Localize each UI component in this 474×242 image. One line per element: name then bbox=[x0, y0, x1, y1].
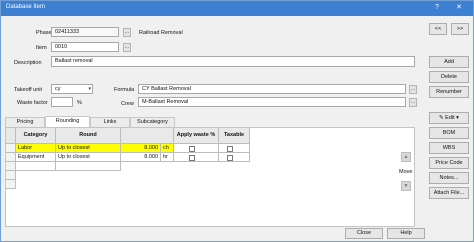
table-cell-taxable[interactable] bbox=[219, 144, 250, 153]
item-browse-button[interactable]: ... bbox=[123, 43, 131, 52]
tab-links[interactable]: Links bbox=[90, 117, 130, 127]
waste-factor-field[interactable] bbox=[51, 97, 73, 107]
notes-button[interactable]: Notes... bbox=[429, 172, 469, 184]
crew-label: Crew bbox=[121, 101, 134, 107]
table-cell-taxable[interactable] bbox=[219, 153, 250, 162]
previous-item-button[interactable]: << bbox=[429, 23, 447, 35]
close-button[interactable]: Close bbox=[345, 228, 383, 239]
price-code-button[interactable]: Price Code bbox=[429, 157, 469, 169]
phase-field[interactable]: 02411333 bbox=[51, 27, 119, 37]
close-title-button[interactable]: ✕ bbox=[451, 2, 467, 14]
column-header-round[interactable]: Round bbox=[56, 128, 121, 144]
apply-waste-checkbox[interactable] bbox=[189, 155, 195, 161]
column-header-apply-waste[interactable]: Apply waste % bbox=[174, 128, 219, 144]
phase-label: Phase bbox=[36, 30, 52, 36]
table-cell-category[interactable]: Equipment bbox=[16, 153, 56, 162]
row-selector[interactable] bbox=[6, 180, 16, 189]
table-cell-apply-waste[interactable] bbox=[174, 144, 219, 153]
table-cell-round[interactable]: Up to closest bbox=[56, 144, 121, 153]
item-field[interactable]: 0010 bbox=[51, 42, 119, 52]
table-cell-round[interactable]: Up to closest bbox=[56, 153, 121, 162]
move-down-button[interactable]: ▼ bbox=[401, 181, 411, 191]
chevron-down-icon: ▾ bbox=[454, 115, 459, 121]
table-cell-unit[interactable]: ch bbox=[161, 144, 174, 153]
help-button[interactable]: Help bbox=[387, 228, 425, 239]
title-bar: Database Item ? ✕ bbox=[1, 1, 473, 16]
takeoff-unit-select[interactable]: cy ▾ bbox=[51, 84, 93, 94]
move-up-button[interactable]: ▲ bbox=[401, 152, 411, 162]
waste-factor-label: Waste factor bbox=[17, 100, 48, 106]
add-button[interactable]: Add bbox=[429, 56, 469, 68]
column-header-taxable[interactable]: Taxable bbox=[219, 128, 250, 144]
row-header-corner bbox=[6, 128, 16, 144]
waste-percent-unit: % bbox=[77, 100, 82, 106]
column-header-value[interactable] bbox=[121, 128, 174, 144]
bom-button[interactable]: BOM bbox=[429, 127, 469, 139]
table-cell-unit[interactable]: hr bbox=[161, 153, 174, 162]
takeoff-unit-label: Takeoff unit bbox=[14, 87, 43, 93]
crew-field[interactable]: M-Ballast Removal bbox=[138, 97, 406, 107]
chevron-down-icon: ▾ bbox=[88, 86, 91, 92]
item-label: Item bbox=[36, 45, 47, 51]
edit-button[interactable]: ✎ Edit ▾ bbox=[429, 112, 469, 124]
row-selector[interactable] bbox=[6, 171, 16, 180]
tab-rounding[interactable]: Rounding bbox=[45, 116, 90, 127]
edit-label: Edit bbox=[445, 115, 455, 121]
row-selector[interactable] bbox=[6, 144, 16, 153]
table-cell-category[interactable]: Labor bbox=[16, 144, 56, 153]
arrow-down-icon: ▼ bbox=[403, 183, 409, 189]
takeoff-unit-value: cy bbox=[55, 86, 61, 92]
tab-pricing[interactable]: Pricing bbox=[5, 117, 45, 127]
row-selector[interactable] bbox=[6, 162, 16, 171]
column-header-category[interactable]: Category bbox=[16, 128, 56, 144]
table-cell-empty[interactable] bbox=[16, 162, 56, 171]
database-item-window: Database Item ? ✕ Phase 02411333 ... Rai… bbox=[0, 0, 474, 242]
formula-browse-button[interactable]: ... bbox=[409, 85, 417, 94]
attach-file-button[interactable]: Attach File... bbox=[429, 187, 469, 199]
window-title: Database Item bbox=[6, 4, 46, 10]
description-field[interactable]: Ballast removal bbox=[51, 56, 415, 67]
phase-description: Railroad Removal bbox=[139, 30, 183, 36]
arrow-up-icon: ▲ bbox=[403, 154, 409, 160]
formula-label: Formula bbox=[114, 87, 135, 93]
table-cell-value[interactable]: 8.000 bbox=[121, 153, 161, 162]
delete-button[interactable]: Delete bbox=[429, 71, 469, 83]
renumber-button[interactable]: Renumber bbox=[429, 86, 469, 98]
table-cell-apply-waste[interactable] bbox=[174, 153, 219, 162]
tab-subcategory[interactable]: Subcategory bbox=[130, 117, 175, 127]
crew-browse-button[interactable]: ... bbox=[409, 98, 417, 107]
wbs-button[interactable]: WBS bbox=[429, 142, 469, 154]
table-cell-empty[interactable] bbox=[56, 162, 121, 171]
taxable-checkbox[interactable] bbox=[227, 155, 233, 161]
table-cell-value[interactable]: 8.000 bbox=[121, 144, 161, 153]
apply-waste-checkbox[interactable] bbox=[189, 146, 195, 152]
phase-browse-button[interactable]: ... bbox=[123, 28, 131, 37]
formula-field[interactable]: CY Ballast Removal bbox=[138, 84, 406, 94]
next-item-button[interactable]: >> bbox=[451, 23, 469, 35]
taxable-checkbox[interactable] bbox=[227, 146, 233, 152]
row-selector[interactable] bbox=[6, 153, 16, 162]
help-title-button[interactable]: ? bbox=[429, 2, 445, 14]
description-label: Description bbox=[14, 60, 42, 66]
move-label: Move bbox=[399, 169, 413, 175]
